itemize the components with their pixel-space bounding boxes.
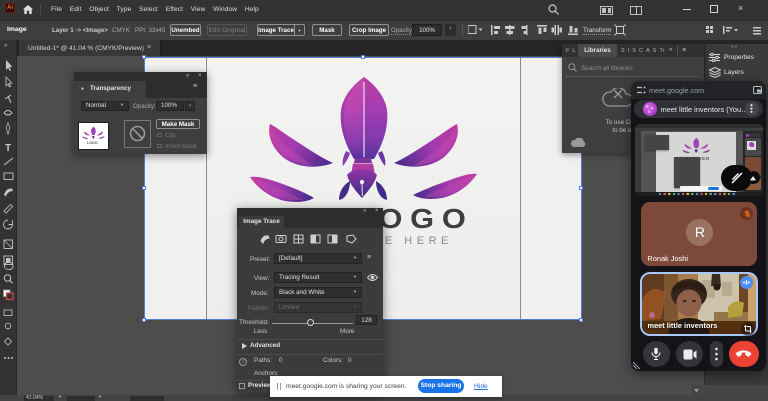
svg-text:T: T [5, 143, 11, 154]
svg-text:LOGO: LOGO [87, 141, 98, 145]
